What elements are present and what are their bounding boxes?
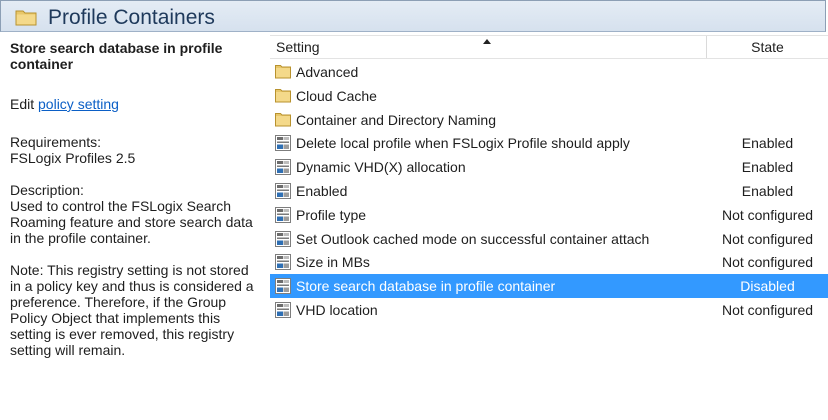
description-pane: Store search database in profile contain… [10,40,262,374]
row-state: Enabled [741,135,794,152]
table-row[interactable]: Container and Directory Naming [270,108,828,132]
settings-list: Advanced Cloud Cache Container and Directo… [270,60,828,322]
row-setting-name: Enabled [296,182,348,199]
folder-icon [275,64,291,80]
table-row[interactable]: Cloud Cache [270,84,828,108]
table-row[interactable]: Profile type Not configured [270,203,828,227]
edit-line: Edit policy setting [10,96,262,112]
page-title: Profile Containers [48,6,215,29]
header-bar: Profile Containers [0,0,826,32]
table-row[interactable]: Delete local profile when FSLogix Profil… [270,131,828,155]
requirements-label: Requirements: [10,134,102,150]
row-state: Not configured [721,206,814,223]
policy-setting-icon [275,230,291,247]
table-row[interactable]: Dynamic VHD(X) allocation Enabled [270,155,828,179]
table-row[interactable]: Store search database in profile contain… [270,274,828,298]
description-label: Description: [10,182,84,198]
row-setting-name: VHD location [296,301,378,318]
row-setting-name: Set Outlook cached mode on successful co… [296,230,650,247]
row-setting-name: Container and Directory Naming [296,111,496,128]
row-setting-name: Dynamic VHD(X) allocation [296,159,466,176]
note-block: Note: This registry setting is not store… [10,262,262,358]
row-state: Not configured [721,230,814,247]
row-state: Enabled [741,159,794,176]
description-text: Used to control the FSLogix Search Roami… [10,198,253,246]
row-state: Enabled [741,182,794,199]
column-header-state[interactable]: State [707,36,828,58]
row-setting-name: Profile type [296,206,367,223]
column-header-setting[interactable]: Setting [270,36,707,58]
row-state: Not configured [721,301,814,318]
policy-setting-icon [275,301,291,318]
policy-setting-icon [275,159,291,176]
policy-setting-icon [275,135,291,152]
policy-setting-icon [275,182,291,199]
sort-ascending-icon [483,39,491,44]
table-row[interactable]: Size in MBs Not configured [270,250,828,274]
table-row[interactable]: Enabled Enabled [270,179,828,203]
policy-setting-icon [275,254,291,271]
table-row[interactable]: Set Outlook cached mode on successful co… [270,227,828,251]
folder-icon [275,88,291,104]
settings-list-pane: Setting State Advanced Cloud Cache Contain… [270,35,828,420]
policy-heading: Store search database in profile contain… [10,40,223,72]
policy-setting-icon [275,278,291,295]
folder-icon [275,112,291,128]
row-state: Not configured [721,254,814,271]
note-text: Note: This registry setting is not store… [10,262,254,358]
row-setting-name: Delete local profile when FSLogix Profil… [296,135,630,152]
row-setting-name: Cloud Cache [296,87,377,104]
requirements-block: Requirements: FSLogix Profiles 2.5 [10,134,262,166]
folder-icon [15,9,37,31]
row-setting-name: Size in MBs [296,254,370,271]
edit-prefix: Edit [10,96,39,112]
table-row[interactable]: Advanced [270,60,828,84]
column-setting-label: Setting [276,39,320,55]
description-block: Description: Used to control the FSLogix… [10,182,262,246]
row-setting-name: Store search database in profile contain… [296,278,556,295]
edit-policy-setting-link[interactable]: policy setting [38,96,119,112]
policy-setting-icon [275,206,291,223]
row-setting-name: Advanced [296,64,359,80]
column-header: Setting State [270,35,828,59]
requirements-value: FSLogix Profiles 2.5 [10,150,136,166]
row-state: Disabled [740,278,795,295]
table-row[interactable]: VHD location Not configured [270,298,828,322]
